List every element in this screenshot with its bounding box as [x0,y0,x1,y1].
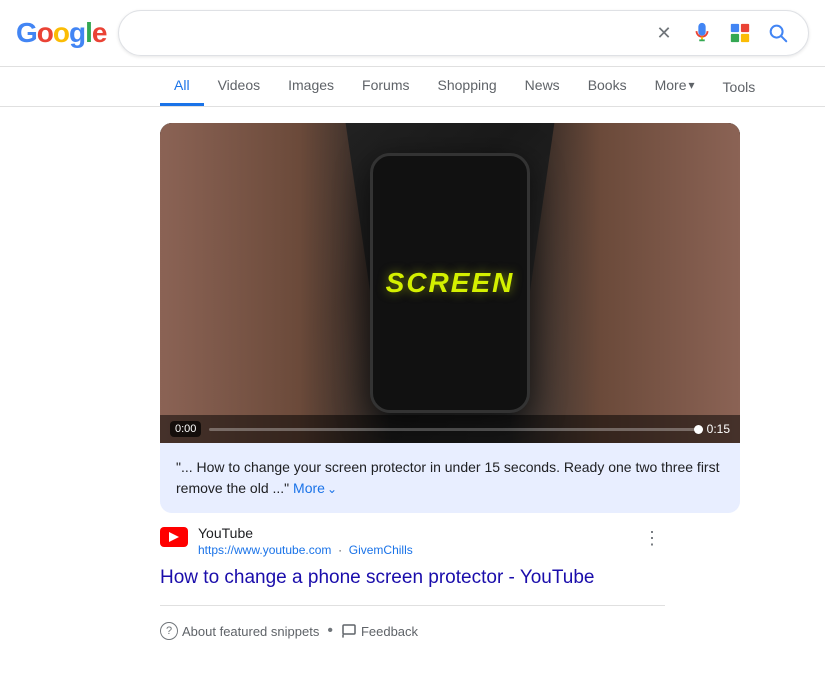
kebab-menu-button[interactable]: ⋮ [639,525,665,551]
transcript: "... How to change your screen protector… [160,443,740,513]
tab-shopping[interactable]: Shopping [424,67,511,106]
transcript-text: "... How to change your screen protector… [176,459,719,496]
more-link[interactable]: More ⌄ [293,478,337,499]
more-label: More [293,478,325,499]
tools-button[interactable]: Tools [709,69,770,105]
tab-forums[interactable]: Forums [348,67,423,106]
clear-icon: ✕ [656,23,671,44]
progress-thumb [694,425,703,434]
lens-button[interactable] [726,19,754,47]
screen-label: SCREEN [386,267,515,299]
tab-all[interactable]: All [160,67,204,106]
about-snippets-label: About featured snippets [182,624,319,639]
clear-button[interactable]: ✕ [650,19,678,47]
search-button[interactable] [764,19,792,47]
yt-play-icon [169,532,179,542]
mic-icon [691,22,713,44]
tab-more[interactable]: More ▾ [641,67,709,106]
feedback-button[interactable]: Feedback [341,623,418,639]
lens-icon [729,22,751,44]
progress-bar[interactable] [209,428,698,431]
more-label: More [655,77,687,93]
time-end: 0:15 [707,422,730,436]
tab-books[interactable]: Books [574,67,641,106]
voice-search-button[interactable] [688,19,716,47]
about-snippets[interactable]: ? About featured snippets [160,622,319,640]
nav-tabs: All Videos Images Forums Shopping News B… [0,67,825,107]
tab-news[interactable]: News [511,67,574,106]
youtube-icon [160,527,188,547]
main-content: SCREEN 0:00 0:15 "... How to change your… [0,107,825,668]
search-bar: how to change screen protector on androi… [118,10,809,56]
chevron-down-icon: ⌄ [327,480,337,498]
source-name: YouTube [198,525,629,541]
separator: • [327,622,333,640]
tab-videos[interactable]: Videos [204,67,275,106]
header: Google how to change screen protector on… [0,0,825,67]
search-icons: ✕ [650,19,792,47]
google-logo[interactable]: Google [16,17,106,49]
section-divider [160,605,665,606]
source-channel[interactable]: GivemChills [349,543,413,557]
tab-images[interactable]: Images [274,67,348,106]
result-title-link[interactable]: How to change a phone screen protector -… [160,563,665,601]
phone-device: SCREEN [370,153,530,413]
footer-bar: ? About featured snippets • Feedback [160,610,665,652]
source-url-link[interactable]: https://www.youtube.com [198,543,331,557]
flag-icon [341,623,357,639]
video-card: SCREEN 0:00 0:15 "... How to change your… [160,123,740,513]
search-icon [767,22,789,44]
source-text: YouTube https://www.youtube.com · GivemC… [198,525,629,559]
feedback-label: Feedback [361,624,418,639]
help-icon: ? [160,622,178,640]
source-url: https://www.youtube.com · GivemChills [198,543,413,557]
source-info: YouTube https://www.youtube.com · GivemC… [160,513,665,563]
search-input[interactable]: how to change screen protector on androi… [135,24,642,42]
chevron-down-icon: ▾ [689,78,695,92]
video-container[interactable]: SCREEN 0:00 0:15 [160,123,740,443]
video-background: SCREEN [160,123,740,443]
time-start-badge: 0:00 [170,421,201,437]
video-controls: 0:00 0:15 [160,415,740,443]
